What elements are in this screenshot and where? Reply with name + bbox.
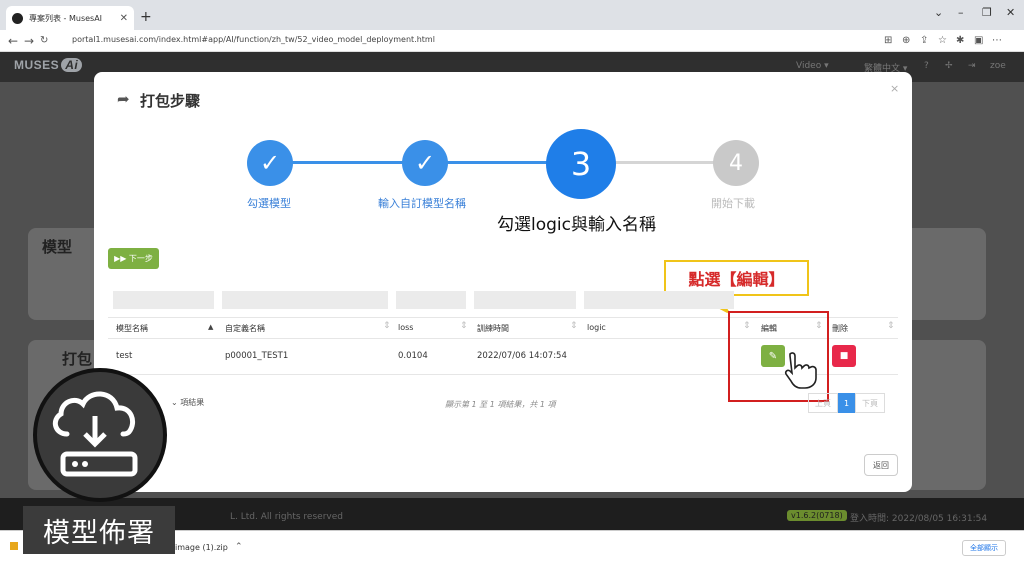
filter-custom-name[interactable] [222, 291, 388, 309]
help-icon[interactable]: ? [924, 61, 929, 71]
step-1-circle: ✓ [247, 140, 293, 186]
col-train-time[interactable]: 訓練時間 [477, 323, 509, 334]
extensions-icon[interactable]: ✱ [956, 35, 964, 46]
logout-icon[interactable]: ⇥ [968, 61, 976, 71]
sort-icon[interactable]: ⇕ [383, 321, 391, 331]
browser-tab-bar: 專案列表 - MusesAI ✕ + ⌄ – ❐ ✕ [0, 0, 1024, 30]
filter-loss[interactable] [396, 291, 466, 309]
step-2-label: 輸入自訂模型名稱 [378, 197, 466, 210]
modal-close-icon[interactable]: × [890, 82, 899, 95]
restore-icon[interactable]: ❐ [982, 6, 992, 19]
back-button[interactable]: 返回 [864, 454, 898, 476]
filter-model-name[interactable] [113, 291, 214, 309]
copyright-text: L. Ltd. All rights reserved [230, 512, 343, 522]
bg-model-title: 模型 [42, 238, 73, 256]
translate-icon[interactable]: ⊞ [884, 35, 892, 46]
col-model-name[interactable]: 模型名稱 [116, 323, 148, 334]
share-arrow-icon: ➦ [117, 90, 130, 108]
pointer-hand-icon [784, 352, 817, 389]
favicon-icon [12, 12, 23, 24]
login-time: 登入時間: 2022/08/05 16:31:54 [850, 514, 988, 524]
col-loss[interactable]: loss [398, 323, 413, 332]
cell-train-time: 2022/07/06 14:07:54 [477, 351, 567, 361]
col-logic[interactable]: logic [587, 323, 606, 332]
prev-page-button[interactable]: 上頁 [808, 393, 838, 413]
menu-icon[interactable]: ⋯ [992, 35, 1002, 46]
user-name: zoe [990, 61, 1006, 71]
bg-package-title: 打包 [62, 350, 93, 368]
filter-time[interactable] [474, 291, 576, 309]
share-page-icon[interactable]: ⇪ [920, 35, 928, 46]
version-badge: v1.6.2(0718) [787, 510, 847, 521]
cell-model-name: test [116, 351, 133, 361]
minimize-icon[interactable]: – [958, 6, 964, 19]
page-size-select[interactable]: ⌄ 項結果 [171, 397, 204, 408]
step-2-circle: ✓ [402, 140, 448, 186]
tab-title: 專案列表 - MusesAI [29, 13, 103, 23]
step-4-circle: 4 [713, 140, 759, 186]
sort-icon[interactable]: ⇕ [887, 321, 895, 331]
sort-icon[interactable]: ⇕ [570, 321, 578, 331]
cloud-download-icon [52, 391, 138, 477]
modal-title: 打包步驟 [140, 92, 201, 110]
zoom-icon[interactable]: ⊕ [902, 35, 910, 46]
sort-icon[interactable]: ⇕ [460, 321, 468, 331]
step-3-circle: 3 [546, 129, 616, 199]
new-tab-icon[interactable]: + [140, 9, 152, 25]
page-1-button[interactable]: 1 [838, 393, 855, 413]
page-info: 顯示第 1 至 1 項結果，共 1 項 [445, 400, 556, 409]
sort-asc-icon[interactable]: ▲ [208, 323, 213, 331]
cell-loss: 0.0104 [398, 351, 428, 361]
col-custom-name[interactable]: 自定義名稱 [225, 323, 265, 334]
video-menu[interactable]: Video ▾ [796, 61, 829, 71]
download-file-name[interactable]: image (1).zip [175, 543, 228, 552]
forward-icon[interactable]: → [24, 34, 34, 48]
reload-icon[interactable]: ↻ [40, 35, 48, 46]
back-icon[interactable]: ← [8, 34, 18, 48]
address-bar: ← → ↻ portal1.musesai.com/index.html#app… [0, 30, 1024, 52]
step-3-label: 勾選logic與輸入名稱 [497, 215, 656, 235]
browser-tab[interactable]: 專案列表 - MusesAI ✕ [6, 6, 134, 30]
next-step-button[interactable]: ▶▶ 下一步 [108, 248, 159, 269]
trash-icon: ■ [839, 351, 849, 361]
sidepanel-icon[interactable]: ▣ [974, 35, 983, 46]
col-delete: 刪除 [832, 324, 848, 333]
close-window-icon[interactable]: ✕ [1006, 6, 1015, 19]
chevron-up-icon[interactable]: ⌃ [235, 542, 243, 552]
step-4-label: 開始下載 [711, 197, 755, 210]
next-page-button[interactable]: 下頁 [855, 393, 885, 413]
badge-label: 模型佈署 [23, 506, 175, 554]
filter-logic[interactable] [584, 291, 734, 309]
delete-button[interactable]: ■ [832, 345, 856, 367]
url-field[interactable]: portal1.musesai.com/index.html#app/AI/fu… [72, 35, 435, 44]
step-1-label: 勾選模型 [247, 197, 291, 210]
show-all-button[interactable]: 全部顯示 [962, 540, 1006, 556]
muses-logo: MUSES Ai [14, 58, 83, 72]
cell-custom-name: p00001_TEST1 [225, 351, 289, 361]
tab-close-icon[interactable]: ✕ [120, 13, 128, 24]
bookmark-star-icon[interactable]: ☆ [938, 35, 947, 46]
fullscreen-icon[interactable]: ✢ [945, 61, 953, 71]
tab-search-icon[interactable]: ⌄ [934, 6, 943, 19]
deploy-badge [33, 368, 167, 502]
file-icon [10, 542, 18, 550]
